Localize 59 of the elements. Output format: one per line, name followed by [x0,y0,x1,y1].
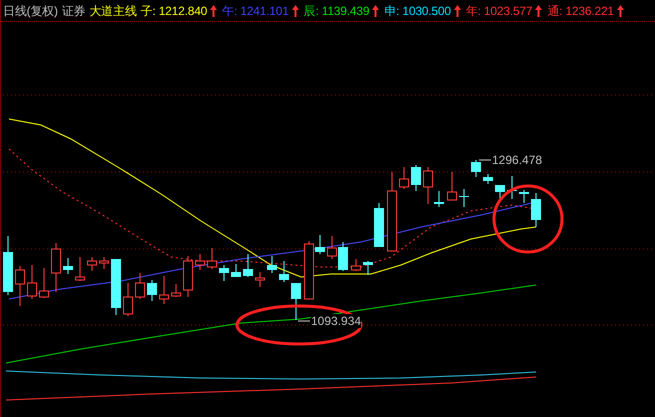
candlestick [327,236,337,260]
candlestick [351,258,361,272]
candlestick [39,268,49,298]
candlestick [483,174,493,184]
candlestick [531,192,541,228]
candlestick [3,236,13,296]
candlestick [123,282,133,316]
candlestick [411,164,421,192]
candlestick [279,260,289,282]
indicator-value: 子: 1212.840 [140,2,208,20]
candlestick [291,282,301,320]
candlestick [99,256,109,270]
candlestick [183,256,193,298]
candlestick [399,166,409,190]
candlestick [471,160,481,178]
candlestick [27,264,37,300]
candlestick [195,254,205,270]
candlestick [507,176,517,200]
indicator-value: 通: 1236.221 [547,2,614,20]
candlestick [447,172,457,200]
high-price-label: 1296.478 [492,153,542,167]
candlestick [219,264,229,282]
up-arrow-icon [292,4,299,16]
candlestick [207,248,217,270]
candlestick [171,284,181,298]
candlestick [363,260,373,276]
indicator-value: 年: 1023.577 [466,2,532,20]
candlestick [159,276,169,304]
indicator-value: 午: 1241.101 [222,2,289,20]
candlestick [255,272,265,288]
candlestick [87,256,97,272]
leader-line [298,320,310,322]
candlestick [135,272,145,300]
period-label: 日线(复权) [3,2,58,20]
candlestick [75,256,85,282]
candlestick [111,258,121,316]
up-arrow-icon [616,4,624,16]
up-arrow-icon [372,4,380,16]
candlestick [267,256,277,274]
indicator-value: 申: 1030.500 [384,2,451,20]
stock-name: 证券 [62,2,86,20]
candlestick [63,258,73,274]
indicator-value: 辰: 1139.439 [304,2,370,20]
candlestick [15,266,25,306]
candlestick [231,264,241,278]
candlestick [147,280,157,302]
candlestick [374,202,384,248]
low-price-label: 1093.934 [311,314,362,328]
indicator-name: 大道主线 [89,2,137,20]
candlestick [459,188,469,208]
up-arrow-icon [454,4,461,16]
up-arrow-icon [535,4,542,16]
candlestick [51,242,61,292]
candlestick [243,254,253,278]
candlestick [338,242,348,272]
candlestick [519,190,529,204]
candlestick [495,184,505,200]
up-arrow-icon [210,4,218,16]
highlight-ellipse [492,184,564,254]
